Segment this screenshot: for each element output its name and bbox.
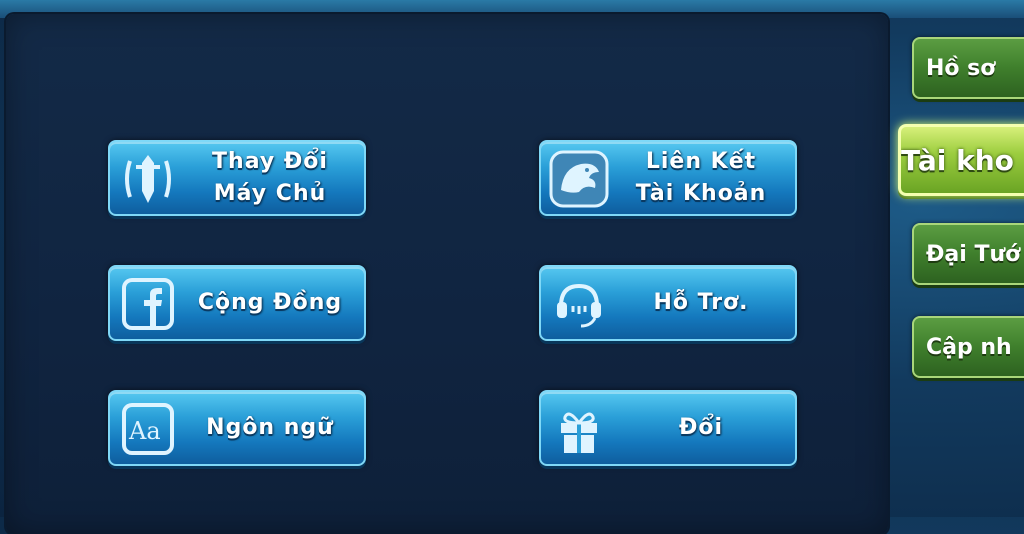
redeem-button[interactable]: Đổi <box>539 390 797 466</box>
link-account-button[interactable]: Liên Kết Tài Khoản <box>539 140 797 216</box>
tab-heroes[interactable]: Đại Tướ <box>912 223 1024 285</box>
community-button[interactable]: Cộng Đồng <box>108 265 366 341</box>
change-server-button[interactable]: Thay Đổi Máy Chủ <box>108 140 366 216</box>
link-account-line2: Tài Khoản <box>635 181 767 206</box>
redeem-label: Đổi <box>613 392 789 464</box>
sword-shield-icon <box>118 150 178 208</box>
change-server-line1: Thay Đổi <box>212 149 328 174</box>
community-label: Cộng Đồng <box>182 267 358 339</box>
change-server-line2: Máy Chủ <box>213 181 327 206</box>
tab-account-label: Tài kho <box>901 143 1014 177</box>
link-account-line1: Liên Kết <box>645 149 757 174</box>
link-account-label: Liên Kết Tài Khoản <box>613 142 789 214</box>
dragon-icon <box>549 150 609 208</box>
tab-update[interactable]: Cập nh <box>912 316 1024 378</box>
facebook-icon <box>118 275 178 333</box>
change-server-label: Thay Đổi Máy Chủ <box>182 142 358 214</box>
support-label: Hỗ Trơ. <box>613 267 789 339</box>
support-line1: Hỗ Trơ. <box>653 290 749 315</box>
language-button[interactable]: Aa Ngôn ngữ <box>108 390 366 466</box>
tab-heroes-label: Đại Tướ <box>926 241 1021 267</box>
redeem-line1: Đổi <box>678 415 724 440</box>
svg-text:Aa: Aa <box>128 417 161 445</box>
community-line1: Cộng Đồng <box>197 290 343 315</box>
support-button[interactable]: Hỗ Trơ. <box>539 265 797 341</box>
tab-profile[interactable]: Hồ sơ <box>912 37 1024 99</box>
language-icon: Aa <box>118 400 178 458</box>
tab-update-label: Cập nh <box>926 334 1012 360</box>
language-label: Ngôn ngữ <box>182 392 358 464</box>
gift-icon <box>549 400 609 458</box>
headset-icon <box>549 275 609 333</box>
tab-account[interactable]: Tài kho <box>898 124 1024 196</box>
tab-profile-label: Hồ sơ <box>926 55 996 81</box>
language-line1: Ngôn ngữ <box>206 415 334 440</box>
